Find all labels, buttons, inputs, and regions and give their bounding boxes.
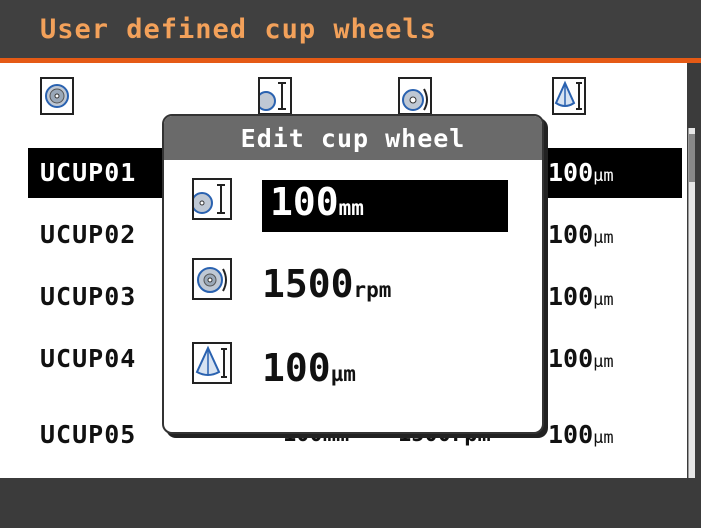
- diameter-icon: [191, 178, 232, 220]
- row-name: UCUP05: [40, 420, 137, 449]
- rpm-field[interactable]: 1500rpm: [262, 262, 391, 306]
- bottom-bar: [0, 478, 701, 528]
- diameter-field[interactable]: 100mm: [262, 180, 508, 232]
- title-bar: User defined cup wheels: [0, 0, 701, 58]
- row-depth: 100µm: [548, 420, 614, 449]
- rpm-icon: [398, 77, 432, 115]
- row-name: UCUP01: [40, 158, 137, 187]
- edit-cup-wheel-dialog: Edit cup wheel 100mm 1500rpm 100µm: [162, 114, 544, 434]
- depth-field[interactable]: 100µm: [262, 346, 356, 390]
- row-depth: 100µm: [548, 158, 614, 187]
- row-name: UCUP04: [40, 344, 137, 373]
- depth-icon: [552, 77, 586, 115]
- rpm-icon: [192, 258, 232, 300]
- row-depth: 100µm: [548, 282, 614, 311]
- depth-icon: [192, 342, 232, 384]
- dialog-header: Edit cup wheel: [164, 116, 542, 160]
- scroll-thumb[interactable]: [689, 134, 695, 182]
- page-title: User defined cup wheels: [40, 14, 437, 45]
- row-name: UCUP02: [40, 220, 137, 249]
- dialog-title: Edit cup wheel: [240, 124, 466, 153]
- row-depth: 100µm: [548, 220, 614, 249]
- list-scrollbar[interactable]: [688, 128, 695, 478]
- row-name: UCUP03: [40, 282, 137, 311]
- row-depth: 100µm: [548, 344, 614, 373]
- diameter-icon: [256, 77, 292, 115]
- cup-wheel-icon: [40, 77, 74, 115]
